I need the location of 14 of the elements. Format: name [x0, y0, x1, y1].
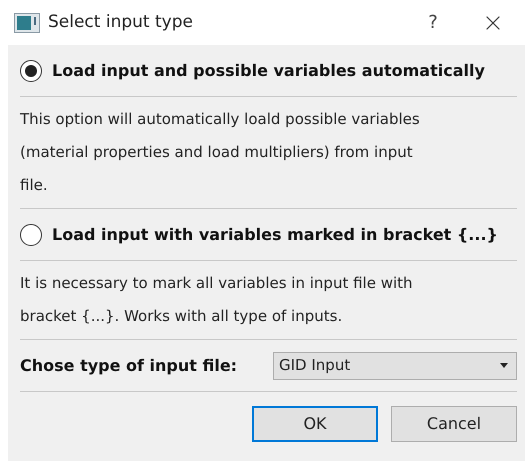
option-description: This option will automatically loald possible variables (material properties and load multipliers) from input file. [20, 97, 517, 209]
option-description: It is necessary to mark all variables in input file with bracket {...}. Works with all type of inputs. [20, 261, 517, 340]
radio-label[interactable]: Load input and possible variables automatically [52, 58, 485, 82]
radio-button[interactable] [20, 224, 42, 246]
dialog-button[interactable]: OK [252, 406, 378, 442]
help-button[interactable]: ? [413, 9, 453, 36]
file-type-dropdown[interactable]: GID Input [273, 352, 517, 380]
dropdown-arrow-icon [500, 363, 508, 368]
window-title: Select input type [48, 10, 193, 34]
radio-button[interactable] [20, 60, 42, 82]
dialog-button[interactable]: Cancel [391, 406, 517, 442]
window-app-icon [14, 12, 40, 32]
radio-label[interactable]: Load input with variables marked in bracket {...} [52, 222, 498, 246]
field-label: Chose type of input file: [20, 354, 238, 376]
